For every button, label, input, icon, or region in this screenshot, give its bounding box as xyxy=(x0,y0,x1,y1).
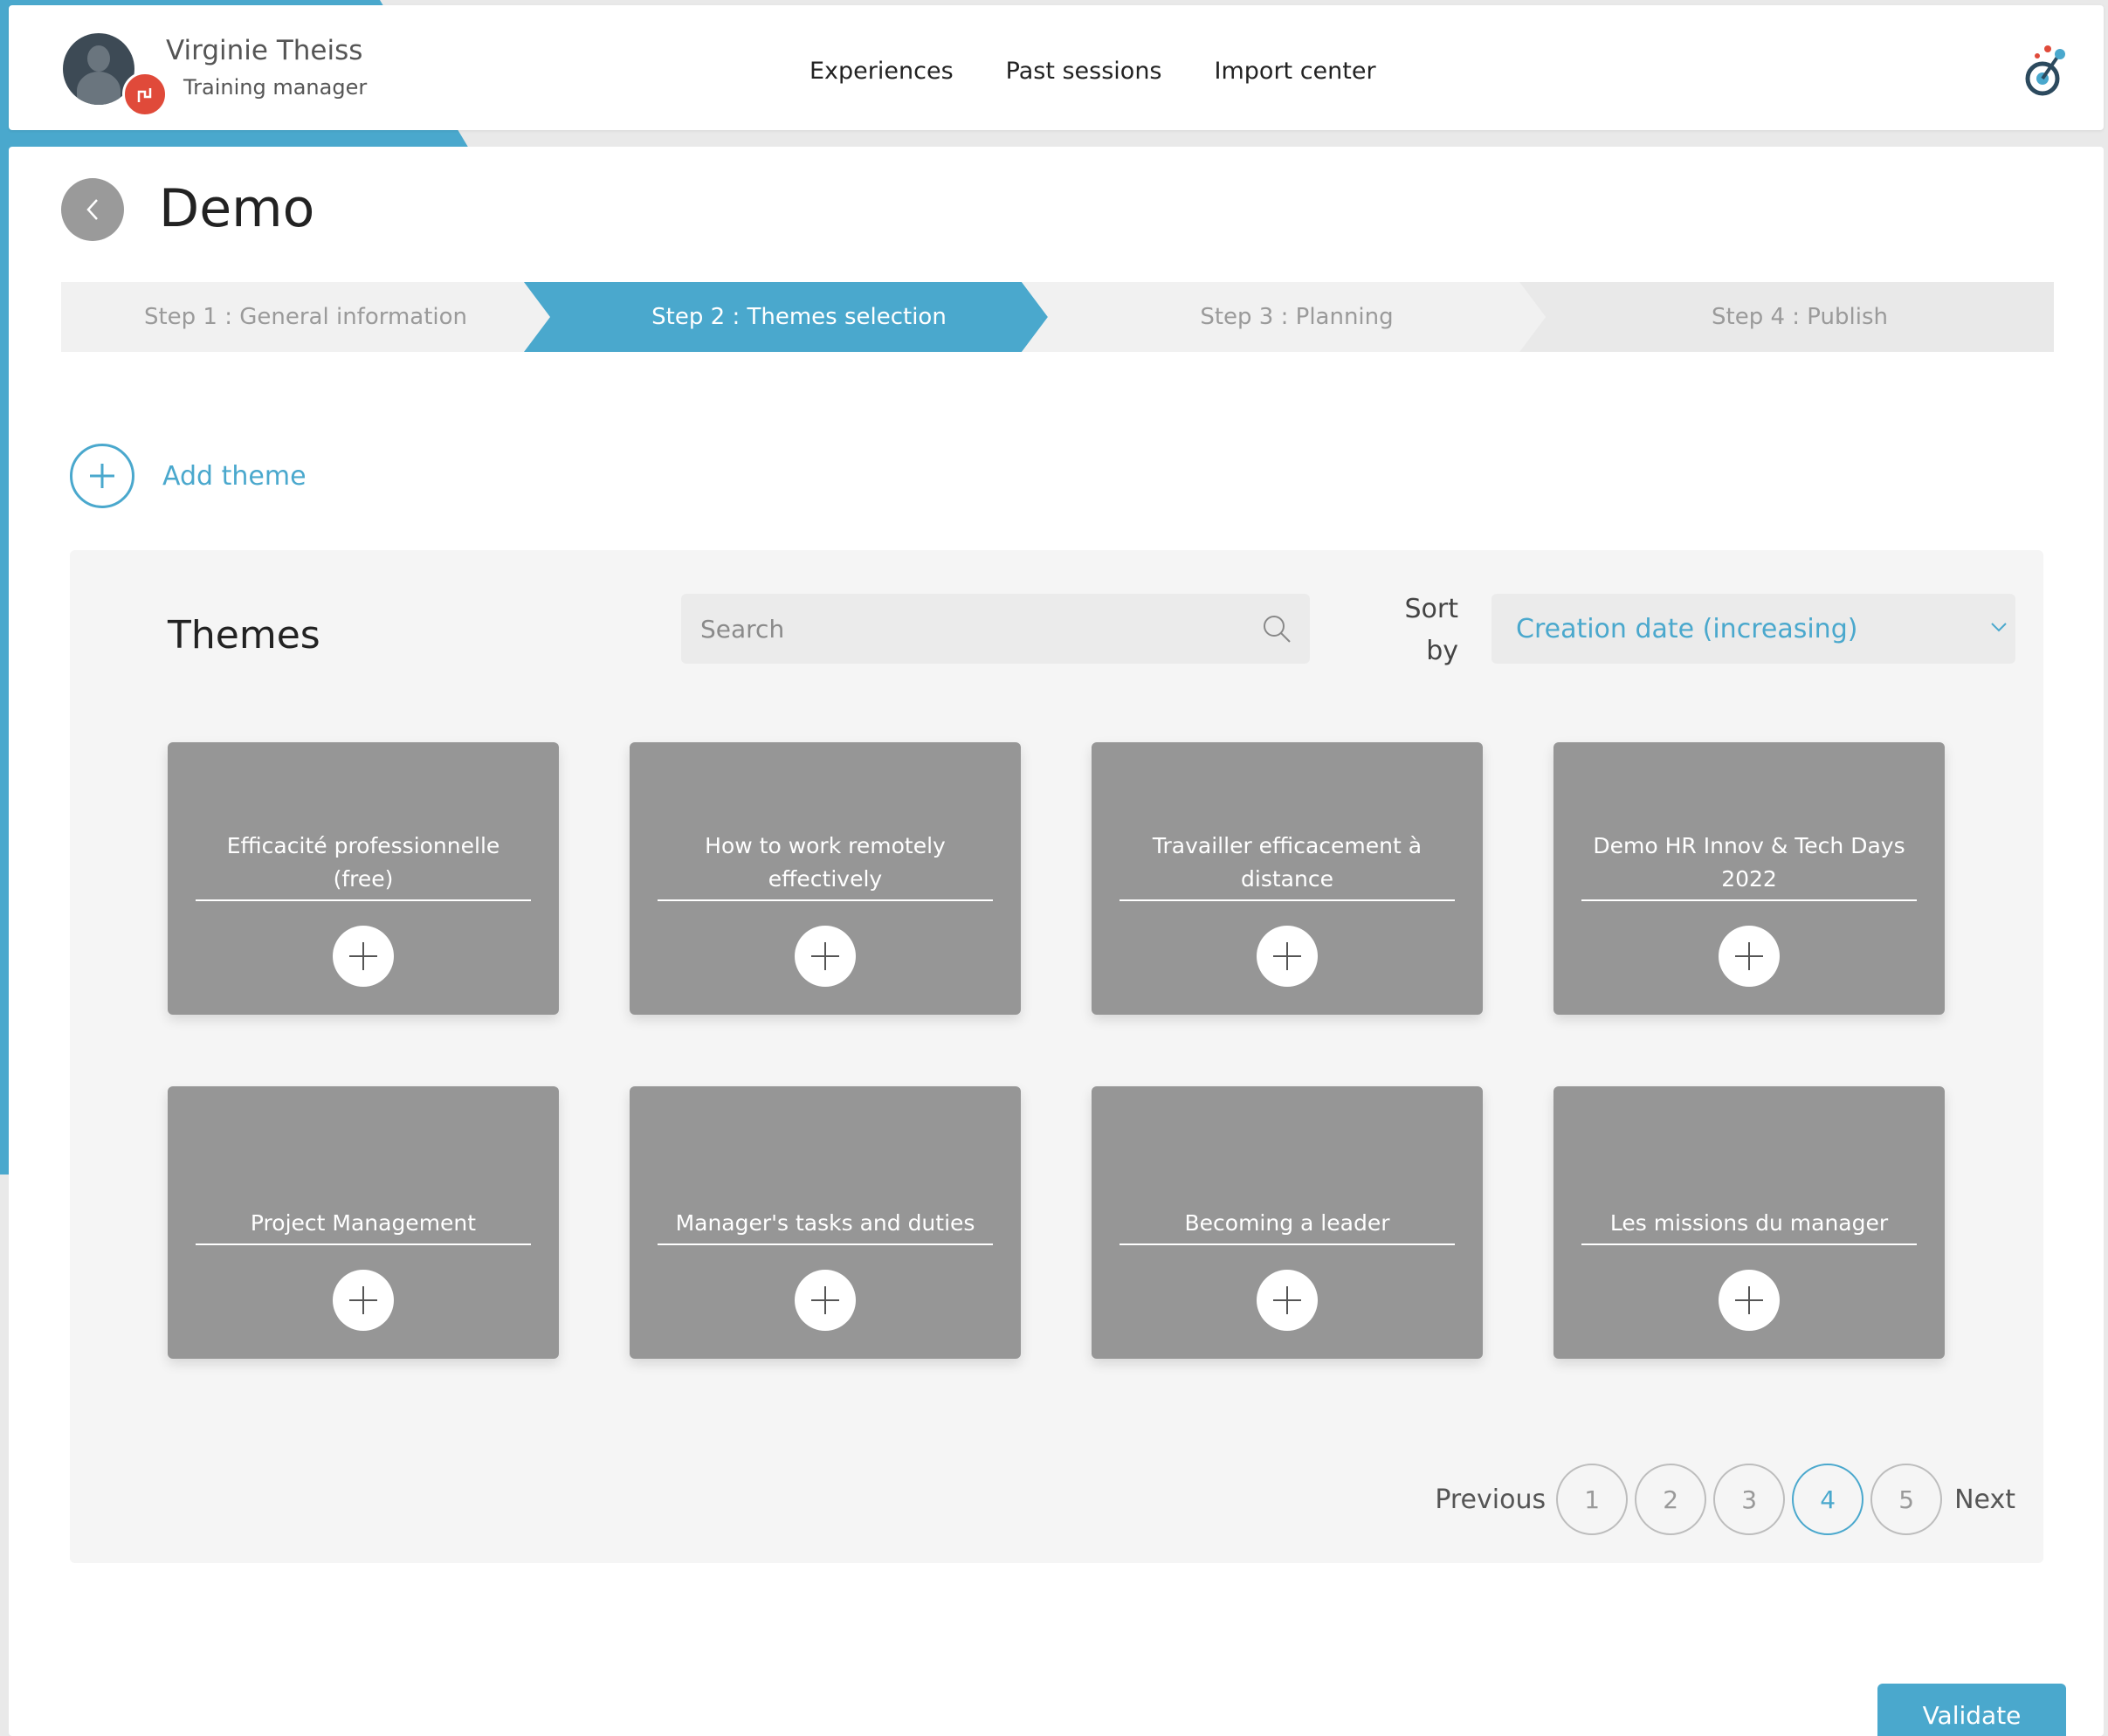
next-button[interactable]: Next xyxy=(1954,1485,2015,1515)
nav-experiences[interactable]: Experiences xyxy=(809,58,954,85)
user-role: Training manager xyxy=(183,75,368,100)
step-publish[interactable]: Step 4 : Publish xyxy=(1519,282,2054,352)
step-label: Step 2 : Themes selection xyxy=(651,304,947,330)
plus-icon xyxy=(70,444,134,508)
step-label: Step 3 : Planning xyxy=(1200,304,1394,330)
page-5-button[interactable]: 5 xyxy=(1870,1464,1943,1535)
add-theme-label: Add theme xyxy=(162,460,307,492)
add-plus-icon[interactable] xyxy=(1719,1270,1780,1331)
app-logo-icon[interactable] xyxy=(2023,44,2069,98)
theme-card-title: How to work remotely effectively xyxy=(658,830,993,901)
step-general-information[interactable]: Step 1 : General information xyxy=(61,282,550,352)
user-name: Virginie Theiss xyxy=(166,35,363,66)
add-theme-button[interactable]: Add theme xyxy=(70,444,307,508)
theme-card-title: Travailler efficacement à distance xyxy=(1119,830,1455,901)
theme-card[interactable]: Demo HR Innov & Tech Days 2022 xyxy=(1553,742,1945,1015)
sort-label: Sort by xyxy=(1404,594,1459,666)
step-themes-selection[interactable]: Step 2 : Themes selection xyxy=(524,282,1048,352)
search-input[interactable] xyxy=(699,613,1243,644)
theme-card-title: Les missions du manager xyxy=(1581,1207,1917,1245)
theme-card-title: Efficacité professionnelle (free) xyxy=(196,830,531,901)
themes-title: Themes xyxy=(168,613,320,658)
add-plus-icon[interactable] xyxy=(1257,1270,1318,1331)
add-plus-icon[interactable] xyxy=(333,926,394,987)
top-header: Virginie Theiss Training manager Experie… xyxy=(9,5,2104,130)
chevron-down-icon xyxy=(1991,623,2007,632)
theme-card[interactable]: Travailler efficacement à distance xyxy=(1092,742,1483,1015)
nav-import-center[interactable]: Import center xyxy=(1215,58,1376,85)
step-label: Step 1 : General information xyxy=(143,304,468,330)
add-plus-icon[interactable] xyxy=(1719,926,1780,987)
add-plus-icon[interactable] xyxy=(1257,926,1318,987)
step-planning[interactable]: Step 3 : Planning xyxy=(1022,282,1546,352)
add-plus-icon[interactable] xyxy=(795,926,856,987)
page-2-button[interactable]: 2 xyxy=(1635,1464,1707,1535)
page-4-button[interactable]: 4 xyxy=(1792,1464,1864,1535)
search-box xyxy=(681,594,1310,664)
main-nav: Experiences Past sessions Import center xyxy=(809,58,1376,85)
theme-card[interactable]: Becoming a leader xyxy=(1092,1086,1483,1359)
page-title: Demo xyxy=(159,178,315,239)
theme-card-title: Project Management xyxy=(196,1207,531,1245)
add-plus-icon[interactable] xyxy=(795,1270,856,1331)
theme-card-title: Demo HR Innov & Tech Days 2022 xyxy=(1581,830,1917,901)
theme-card[interactable]: Efficacité professionnelle (free) xyxy=(168,742,559,1015)
step-label: Step 4 : Publish xyxy=(1712,304,1888,330)
theme-card-title: Becoming a leader xyxy=(1119,1207,1455,1245)
previous-button[interactable]: Previous xyxy=(1435,1485,1546,1515)
validate-button[interactable]: Validate xyxy=(1877,1684,2066,1736)
sort-value: Creation date (increasing) xyxy=(1516,613,1858,644)
sort-select[interactable]: Creation date (increasing) xyxy=(1491,594,2015,664)
page-1-button[interactable]: 1 xyxy=(1556,1464,1629,1535)
back-button[interactable] xyxy=(61,178,124,241)
search-icon[interactable] xyxy=(1261,613,1292,644)
theme-card-title: Manager's tasks and duties xyxy=(658,1207,993,1245)
main-panel: Demo Step 1 : General information Step 2… xyxy=(9,147,2104,1736)
stepper: Step 1 : General information Step 2 : Th… xyxy=(61,282,2054,352)
add-plus-icon[interactable] xyxy=(333,1270,394,1331)
themes-panel: Themes Sort by Creation date (increasing… xyxy=(70,550,2043,1563)
theme-card[interactable]: Les missions du manager xyxy=(1553,1086,1945,1359)
theme-card[interactable]: Manager's tasks and duties xyxy=(630,1086,1021,1359)
pagination: Previous 1 2 3 4 5 Next xyxy=(1435,1464,2015,1535)
nav-past-sessions[interactable]: Past sessions xyxy=(1006,58,1162,85)
theme-card[interactable]: How to work remotely effectively xyxy=(630,742,1021,1015)
page-3-button[interactable]: 3 xyxy=(1713,1464,1786,1535)
chevron-left-icon xyxy=(86,199,98,220)
theme-card[interactable]: Project Management xyxy=(168,1086,559,1359)
role-badge-icon xyxy=(122,72,168,117)
